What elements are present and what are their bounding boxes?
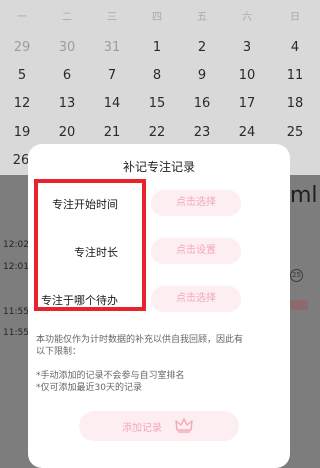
calendar-day[interactable]: 5 (7, 68, 37, 83)
calendar-day[interactable]: 22 (142, 125, 172, 140)
dialog-title: 补记专注记录 (122, 160, 195, 174)
status-tag (290, 300, 308, 310)
calendar-day[interactable]: 1 (142, 40, 172, 55)
weekday-label: 日 (290, 12, 300, 23)
weekday-label: 三 (107, 12, 117, 23)
limit-note-line: *手动添加的记录不会参与自习室排名 (36, 371, 185, 381)
calendar-day[interactable]: 13 (52, 96, 82, 111)
weekday-label: 五 (197, 12, 207, 23)
calendar-day[interactable]: 6 (52, 68, 82, 83)
calendar-day[interactable]: 19 (7, 125, 37, 140)
record-time: 11:55 (3, 307, 29, 317)
minutes-badge: 25 (290, 269, 303, 282)
calendar-day[interactable]: 3 (232, 40, 262, 55)
calendar-day[interactable]: 8 (142, 68, 172, 83)
calendar-day[interactable]: 16 (187, 96, 217, 111)
record-time: 11:55 (3, 328, 29, 338)
calendar-day[interactable]: 21 (97, 125, 127, 140)
weekday-label: 六 (242, 12, 252, 23)
add-record-button[interactable]: 添加记录 (79, 411, 239, 441)
calendar-day[interactable]: 15 (142, 96, 172, 111)
calendar-day[interactable]: 2 (187, 40, 217, 55)
calendar-day[interactable]: 17 (232, 96, 262, 111)
calendar-day[interactable]: 14 (97, 96, 127, 111)
add-record-label: 添加记录 (122, 423, 162, 434)
calendar-week-row: 5 6 7 8 9 10 11 (0, 68, 320, 90)
calendar-day[interactable]: 23 (187, 125, 217, 140)
calendar-day[interactable]: 11 (280, 68, 310, 83)
highlight-box (34, 179, 146, 311)
limit-note-line: 本功能仅作为计时数据的补充以供自我回顾，因此有 (36, 335, 244, 345)
calendar-day[interactable]: 24 (232, 125, 262, 140)
calendar-day[interactable]: 25 (280, 125, 310, 140)
calendar-day[interactable]: 31 (97, 40, 127, 55)
calendar-day[interactable]: 20 (52, 125, 82, 140)
weekday-header: 一 二 三 四 五 六 日 (0, 8, 320, 24)
weekday-label: 一 (17, 12, 27, 23)
calendar-day[interactable]: 18 (280, 96, 310, 111)
calendar-day[interactable]: 29 (7, 40, 37, 55)
calendar-day[interactable]: 9 (187, 68, 217, 83)
limit-note-line: 以下限制： (36, 347, 82, 357)
calendar-day[interactable]: 12 (7, 96, 37, 111)
calendar-week-row: 12 13 14 15 16 17 18 (0, 96, 320, 118)
weekday-label: 二 (62, 12, 72, 23)
select-start-time-button[interactable]: 点击选择 (151, 190, 241, 216)
record-time: 12:01 (3, 262, 29, 272)
backfill-record-dialog: 补记专注记录 专注开始时间 点击选择 专注时长 点击设置 专注于哪个待办 点击选… (28, 144, 290, 468)
record-time: 12:02 (3, 240, 29, 250)
crown-icon (175, 418, 193, 433)
calendar-day[interactable]: 4 (280, 40, 310, 55)
weekday-label: 四 (152, 12, 162, 23)
limit-note-line: *仅可添加最近30天的记录 (36, 383, 142, 393)
set-duration-button[interactable]: 点击设置 (151, 238, 241, 264)
calendar-week-row: 29 30 31 1 2 3 4 (0, 40, 320, 62)
calendar-day[interactable]: 10 (232, 68, 262, 83)
calendar-day[interactable]: 7 (97, 68, 127, 83)
calendar-day[interactable]: 30 (52, 40, 82, 55)
select-todo-button[interactable]: 点击选择 (151, 286, 241, 312)
stats-value-text: ml (290, 183, 318, 208)
